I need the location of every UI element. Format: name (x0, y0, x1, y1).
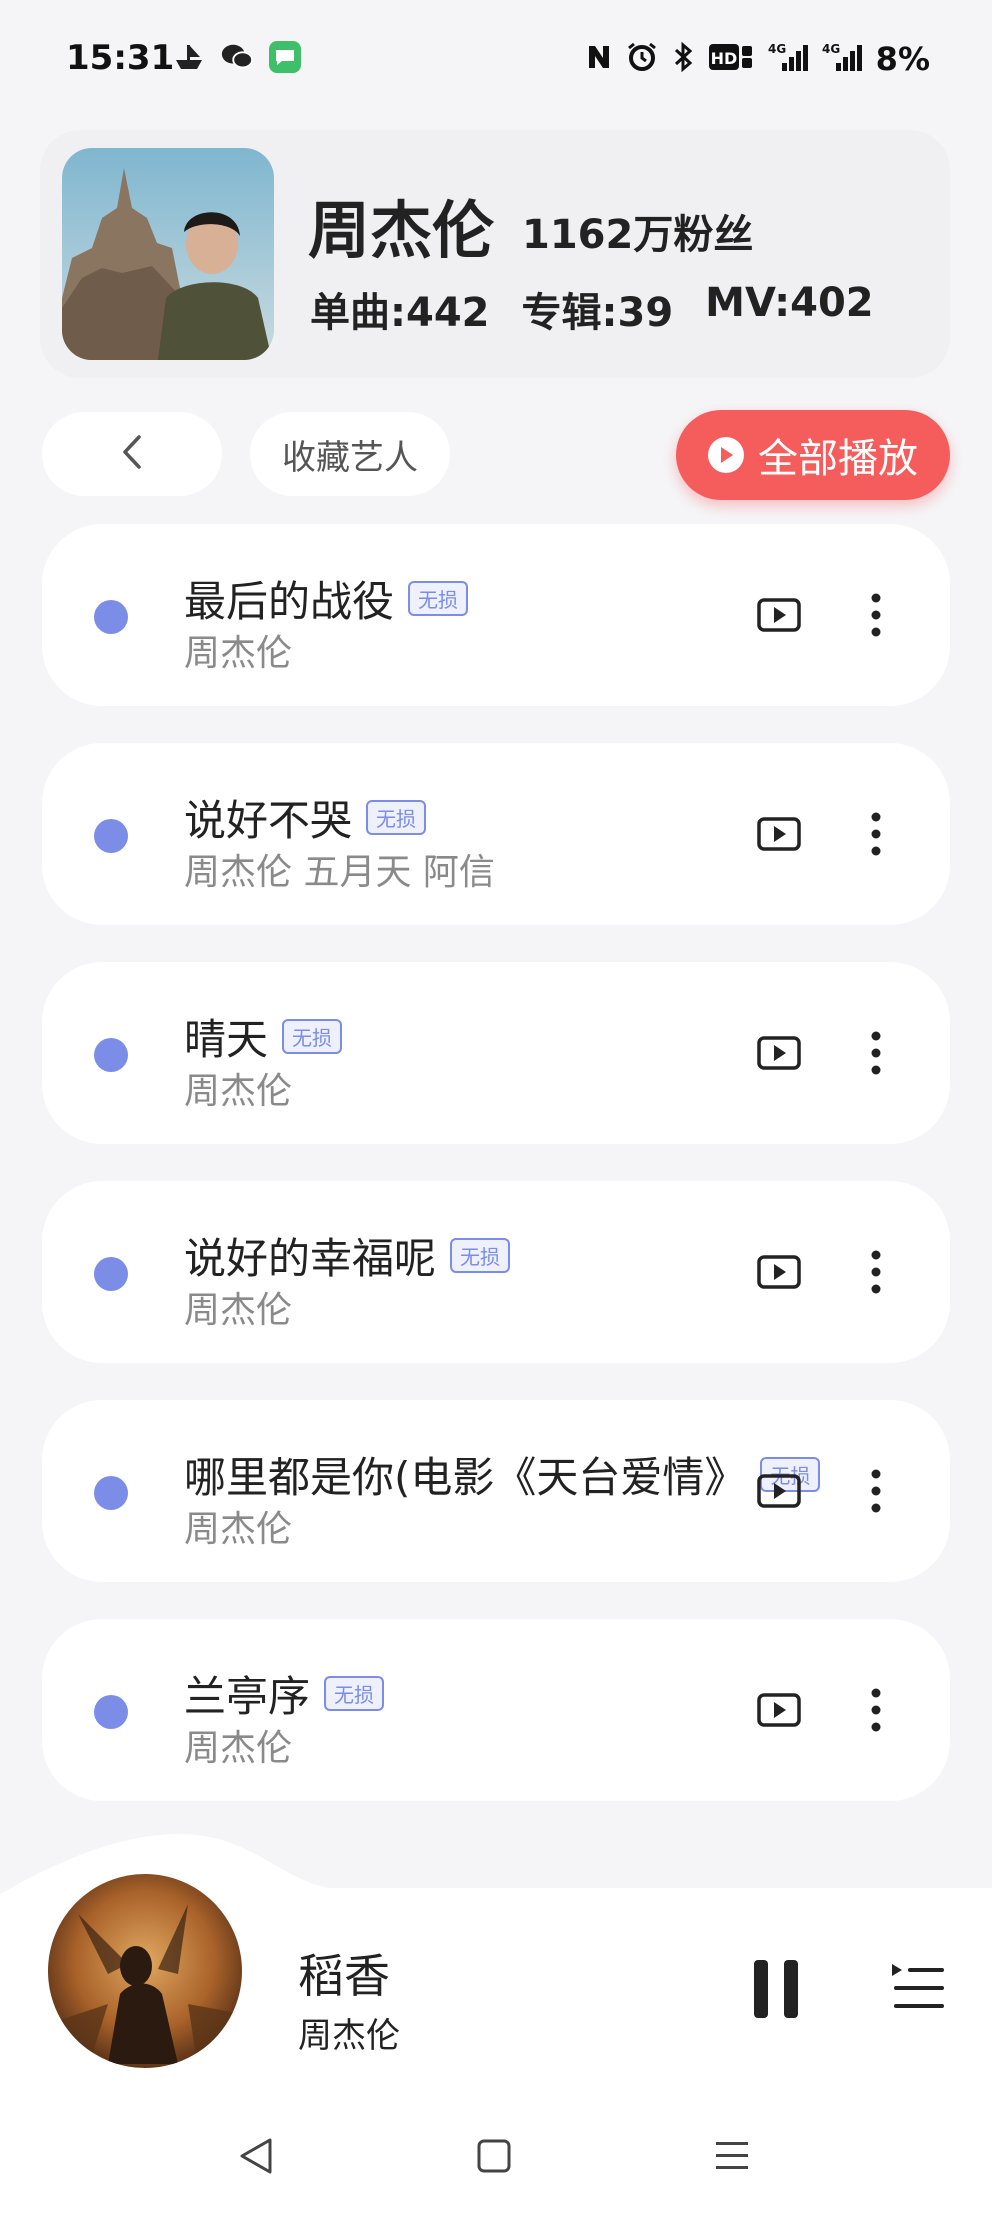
video-play-icon (757, 598, 801, 632)
play-icon (708, 437, 744, 473)
svg-text:HD: HD (710, 49, 737, 68)
song-item[interactable]: 哪里都是你(电影《天台爱情》 无损 周杰伦 (42, 1400, 950, 1582)
lossless-badge: 无损 (408, 581, 469, 616)
artist-fan-count: 1162万粉丝 (522, 212, 754, 258)
triangle-back-icon (240, 2138, 272, 2174)
battery-level: 8% (875, 40, 930, 78)
video-play-icon (757, 1693, 801, 1727)
song-indicator-dot (94, 819, 128, 853)
mv-button[interactable] (756, 811, 802, 857)
play-all-label: 全部播放 (758, 436, 918, 482)
song-indicator-dot (94, 1695, 128, 1729)
more-options-button[interactable] (856, 1466, 896, 1516)
song-indicator-dot (94, 1257, 128, 1291)
song-indicator-dot (94, 1476, 128, 1510)
video-play-icon (757, 1036, 801, 1070)
status-bar: 15:31 HD 4G 4G 8% (0, 0, 992, 120)
more-vertical-icon (871, 1469, 881, 1513)
song-artist: 周杰伦 (184, 1509, 293, 1550)
mv-button[interactable] (756, 1030, 802, 1076)
song-item[interactable]: 最后的战役 无损周杰伦 (42, 524, 950, 706)
song-item[interactable]: 说好的幸福呢 无损周杰伦 (42, 1181, 950, 1363)
menu-icon (716, 2142, 748, 2169)
now-playing-title: 稻香 (298, 1949, 390, 2003)
more-vertical-icon (871, 1688, 881, 1732)
now-playing-artist: 周杰伦 (298, 2016, 400, 2056)
square-home-icon (477, 2139, 511, 2173)
artist-name: 周杰伦 (308, 194, 495, 267)
lossless-badge: 无损 (450, 1238, 511, 1273)
song-title: 兰亭序 (184, 1672, 311, 1721)
album-cover[interactable] (48, 1874, 242, 2068)
mv-button[interactable] (756, 1468, 802, 1514)
hd-icon: HD (708, 42, 754, 76)
song-item[interactable]: 说好不哭 无损周杰伦 五月天 阿信 (42, 743, 950, 925)
song-title: 说好的幸福呢 (184, 1234, 437, 1283)
song-artist: 周杰伦 (184, 1290, 293, 1331)
more-vertical-icon (871, 593, 881, 637)
chevron-left-icon (120, 433, 144, 475)
mv-button[interactable] (756, 1687, 802, 1733)
more-vertical-icon (871, 1250, 881, 1294)
more-vertical-icon (871, 1031, 881, 1075)
more-options-button[interactable] (856, 809, 896, 859)
system-nav-bar (0, 2100, 992, 2217)
song-title: 最后的战役 (184, 577, 395, 626)
favorite-artist-button[interactable]: 收藏艺人 (250, 412, 450, 496)
nav-home-button[interactable] (474, 2134, 524, 2184)
back-button[interactable] (42, 412, 222, 496)
albums-count: 专辑:39 (521, 290, 674, 336)
song-title: 晴天 (184, 1015, 269, 1064)
mv-button[interactable] (756, 1249, 802, 1295)
status-time: 15:31 (66, 38, 175, 78)
artist-stats: 单曲:442 专辑:39 MV:402 (310, 280, 874, 338)
song-artist: 周杰伦 (184, 1728, 293, 1769)
song-item[interactable]: 晴天 无损周杰伦 (42, 962, 950, 1144)
artist-avatar (62, 148, 274, 360)
nav-menu-button[interactable] (712, 2134, 762, 2184)
song-artist: 周杰伦 (184, 633, 293, 674)
svg-text:4G: 4G (822, 42, 840, 56)
mv-button[interactable] (756, 592, 802, 638)
nfc-icon (586, 42, 612, 76)
nav-back-button[interactable] (236, 2134, 286, 2184)
song-indicator-dot (94, 1038, 128, 1072)
singles-count: 单曲:442 (310, 290, 490, 336)
pause-button[interactable] (750, 1958, 802, 2020)
alarm-icon (626, 41, 658, 77)
mv-count: MV:402 (705, 280, 874, 326)
song-item[interactable]: 兰亭序 无损 周杰伦 (42, 1619, 950, 1801)
song-artist: 周杰伦 五月天 阿信 (184, 852, 495, 893)
video-play-icon (757, 1255, 801, 1289)
wechat-icon (220, 40, 254, 74)
lossless-badge: 无损 (282, 1019, 343, 1054)
signal-4g-icon: 4G (822, 41, 862, 77)
playlist-icon (892, 1964, 944, 2008)
messages-icon (268, 40, 302, 74)
song-title: 哪里都是你(电影《天台爱情》 (184, 1453, 747, 1502)
boat-icon (172, 40, 206, 74)
play-all-button[interactable]: 全部播放 (676, 410, 950, 500)
pause-icon (754, 1960, 798, 2018)
more-options-button[interactable] (856, 1247, 896, 1297)
video-play-icon (757, 817, 801, 851)
song-artist: 周杰伦 (184, 1071, 293, 1112)
more-options-button[interactable] (856, 590, 896, 640)
lossless-badge: 无损 (366, 800, 427, 835)
video-play-icon (757, 1474, 801, 1508)
lossless-badge: 无损 (324, 1676, 385, 1711)
more-options-button[interactable] (856, 1028, 896, 1078)
song-title: 说好不哭 (184, 796, 353, 845)
more-options-button[interactable] (856, 1685, 896, 1735)
song-indicator-dot (94, 600, 128, 634)
bluetooth-icon (672, 41, 694, 77)
artist-header: 周杰伦 1162万粉丝 单曲:442 专辑:39 MV:402 (40, 130, 950, 378)
signal-4g-icon: 4G (768, 41, 808, 77)
more-vertical-icon (871, 812, 881, 856)
svg-text:4G: 4G (768, 42, 786, 56)
playlist-button[interactable] (890, 1958, 946, 2018)
